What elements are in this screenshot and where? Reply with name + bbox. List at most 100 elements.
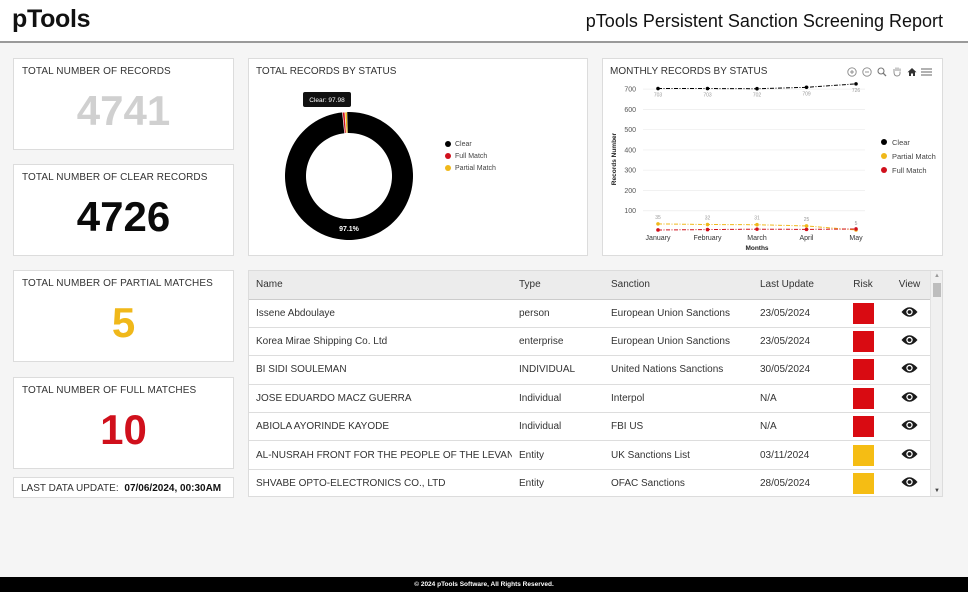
data-point[interactable] <box>656 86 660 91</box>
line-chart-card: MONTHLY RECORDS BY STATUS 100 200 300 400 50… <box>602 58 943 256</box>
risk-indicator <box>852 416 874 438</box>
table-row[interactable]: BI SIDI SOULEMAN INDIVIDUAL United Nations… <box>249 355 931 385</box>
report-title: pTools Persistent Sanction Screening Rep… <box>585 11 943 31</box>
legend-item[interactable]: Clear <box>445 138 496 150</box>
y-axis-label: Records Number <box>611 132 618 185</box>
cell-name: Issene Abdoulaye <box>249 299 512 328</box>
cell-view <box>888 327 931 357</box>
cell-type: person <box>512 299 604 328</box>
data-label: 5 <box>855 221 858 227</box>
kpi-value: 4726 <box>76 193 171 240</box>
data-point[interactable] <box>705 86 710 91</box>
risk-indicator <box>852 473 874 495</box>
records-table: Name Type Sanction Last Update Risk View… <box>249 271 931 496</box>
legend-dot-icon <box>881 153 887 159</box>
cell-view <box>888 384 931 414</box>
cell-last-update: 03/11/2024 <box>753 440 838 470</box>
cell-risk <box>838 327 888 357</box>
slice-clear[interactable] <box>285 112 413 240</box>
legend-label: Clear <box>455 140 472 148</box>
data-point[interactable] <box>755 222 759 227</box>
legend-dot-icon <box>445 165 451 171</box>
cell-type: Individual <box>512 384 604 414</box>
column-header-sanction[interactable]: Sanction <box>604 271 753 300</box>
legend-item[interactable]: Partial Match <box>881 149 936 163</box>
chart-tooltip: Clear: 97.98 <box>303 92 351 107</box>
eye-icon[interactable] <box>901 476 918 491</box>
slice-label: 97.1% <box>339 226 360 233</box>
data-point[interactable] <box>656 222 660 226</box>
page-footer: © 2024 pTools Software, All Rights Reser… <box>0 577 968 592</box>
table-row[interactable]: ABIOLA AYORINDE KAYODE Individual FBI US N/… <box>249 412 931 442</box>
column-header-view[interactable]: View <box>888 271 931 300</box>
cell-name: BI SIDI SOULEMAN <box>249 355 512 385</box>
y-tick-label: 500 <box>624 127 636 134</box>
data-point[interactable] <box>656 228 660 232</box>
data-point[interactable] <box>804 227 809 232</box>
cell-sanction: United Nations Sanctions <box>604 355 753 385</box>
legend-item[interactable]: Full Match <box>445 150 496 162</box>
kpi-value: 4741 <box>76 87 171 134</box>
column-header-name[interactable]: Name <box>249 271 512 300</box>
donut-chart-card: TOTAL RECORDS BY STATUS 97.1% Clear: 97.9… <box>248 58 588 256</box>
legend-label: Partial Match <box>892 151 936 161</box>
cell-view <box>888 299 931 328</box>
eye-icon[interactable] <box>901 448 918 463</box>
app-header: pTools pTools Persistent Sanction Screen… <box>0 0 968 43</box>
legend-item[interactable]: Full Match <box>881 163 936 177</box>
data-point[interactable] <box>804 85 809 90</box>
data-point[interactable] <box>705 222 710 227</box>
data-point[interactable] <box>705 227 710 232</box>
kpi-label: TOTAL NUMBER OF CLEAR RECORDS <box>22 172 208 183</box>
column-header-last-update[interactable]: Last Update <box>753 271 838 300</box>
data-label: 709 <box>802 91 811 97</box>
cell-last-update: N/A <box>753 412 838 442</box>
records-table-card: Name Type Sanction Last Update Risk View… <box>248 270 943 497</box>
legend-dot-icon <box>445 141 451 147</box>
data-label: 702 <box>753 93 762 99</box>
cell-last-update: 23/05/2024 <box>753 299 838 328</box>
eye-icon[interactable] <box>901 306 918 321</box>
table-row[interactable]: Korea Mirae Shipping Co. Ltd enterprise Eu… <box>249 327 931 357</box>
copyright-text: © 2024 pTools Software, All Rights Reser… <box>414 581 554 588</box>
scroll-thumb[interactable] <box>933 283 941 297</box>
cell-sanction: European Union Sanctions <box>604 299 753 328</box>
y-tick-label: 200 <box>624 188 636 195</box>
x-tick-label: May <box>849 235 863 242</box>
risk-indicator <box>852 302 874 324</box>
cell-sanction: OFAC Sanctions <box>604 469 753 496</box>
donut-legend: Clear Full Match Partial Match <box>445 138 496 174</box>
legend-item[interactable]: Partial Match <box>445 162 496 174</box>
legend-label: Partial Match <box>455 164 496 172</box>
eye-icon[interactable] <box>901 334 918 349</box>
eye-icon[interactable] <box>901 362 918 377</box>
cell-last-update: N/A <box>753 384 838 414</box>
table-row[interactable]: Issene Abdoulaye person European Union San… <box>249 299 931 328</box>
table-row[interactable]: AL-NUSRAH FRONT FOR THE PEOPLE OF THE LE… <box>249 440 931 470</box>
kpi-partial-matches: TOTAL NUMBER OF PARTIAL MATCHES 5 <box>13 270 234 362</box>
cell-risk <box>838 384 888 414</box>
cell-view <box>888 440 931 470</box>
cell-sanction: Interpol <box>604 384 753 414</box>
scroll-up-arrow-icon[interactable]: ▲ <box>934 273 940 279</box>
last-update-value: 07/06/2024, 00:30AM <box>124 483 222 494</box>
table-row[interactable]: JOSE EDUARDO MACZ GUERRA Individual Interp… <box>249 384 931 414</box>
scroll-down-arrow-icon[interactable]: ▼ <box>934 488 940 494</box>
data-point[interactable] <box>755 227 759 231</box>
risk-indicator <box>852 359 874 381</box>
table-row[interactable]: SHVABE OPTO-ELECTRONICS CO., LTD Entity OF… <box>249 469 931 496</box>
table-scrollbar[interactable]: ▲ ▼ <box>930 271 942 496</box>
data-point[interactable] <box>854 227 858 231</box>
cell-risk <box>838 440 888 470</box>
eye-icon[interactable] <box>901 419 918 434</box>
data-point[interactable] <box>755 86 759 91</box>
column-header-risk[interactable]: Risk <box>838 271 888 300</box>
cell-risk <box>838 469 888 496</box>
legend-dot-icon <box>445 153 451 159</box>
legend-item[interactable]: Clear <box>881 135 936 149</box>
data-point[interactable] <box>804 224 809 228</box>
data-point[interactable] <box>854 82 858 86</box>
column-header-type[interactable]: Type <box>512 271 604 300</box>
eye-icon[interactable] <box>901 391 918 406</box>
cell-sanction: European Union Sanctions <box>604 327 753 357</box>
